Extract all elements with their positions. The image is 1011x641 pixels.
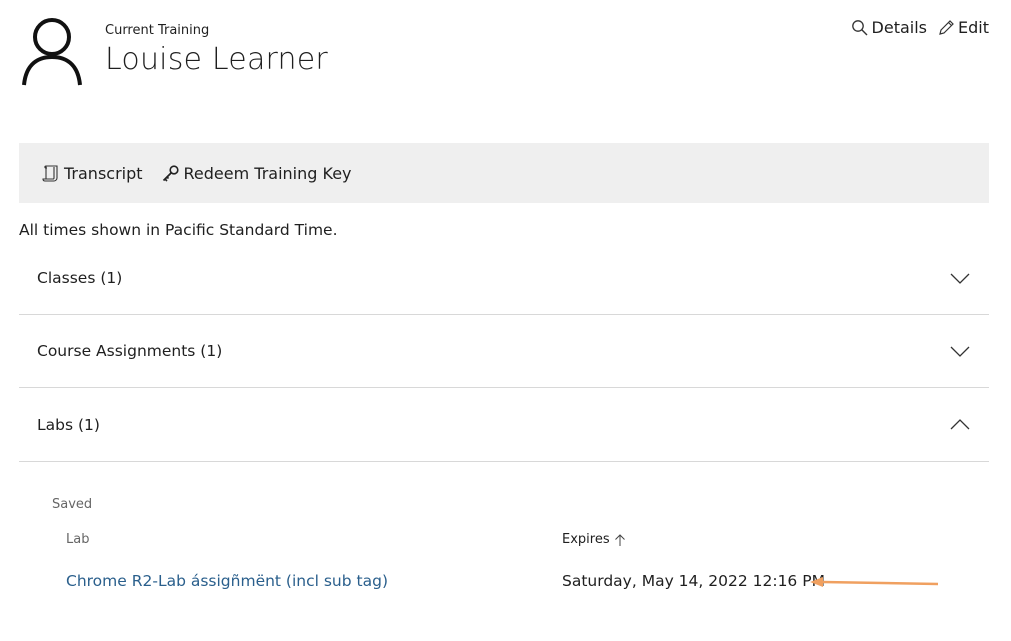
section-classes[interactable]: Classes (1)	[19, 241, 989, 315]
details-label: Details	[871, 18, 928, 37]
page-subtitle: Current Training	[105, 23, 210, 38]
section-label: Course Assignments (1)	[37, 341, 223, 360]
toolbar: Transcript Redeem Training Key	[19, 143, 989, 203]
page-title: Louise Learner	[105, 42, 328, 77]
redeem-label: Redeem Training Key	[183, 163, 352, 183]
transcript-label: Transcript	[64, 163, 143, 183]
saved-group-label: Saved	[52, 497, 93, 512]
avatar-icon	[22, 18, 82, 86]
chevron-up-icon	[950, 418, 970, 429]
chevron-down-icon	[950, 346, 970, 357]
transcript-button[interactable]: Transcript	[41, 164, 143, 183]
page: Current Training Louise Learner Details …	[0, 0, 1011, 641]
scroll-icon	[42, 164, 58, 182]
section-labs[interactable]: Labs (1)	[19, 388, 989, 462]
annotation-arrow	[810, 577, 939, 587]
lab-expires-value: Saturday, May 14, 2022 12:16 PM	[562, 572, 825, 590]
pencil-icon	[939, 19, 954, 35]
column-header-lab: Lab	[66, 532, 90, 547]
redeem-training-key-button[interactable]: Redeem Training Key	[161, 164, 352, 183]
header-actions: Details Edit	[851, 18, 989, 37]
timezone-note: All times shown in Pacific Standard Time…	[19, 221, 338, 239]
section-course-assignments[interactable]: Course Assignments (1)	[19, 314, 989, 388]
edit-label: Edit	[958, 18, 989, 37]
column-header-expires[interactable]: Expires	[562, 532, 626, 547]
search-icon	[851, 19, 868, 35]
sort-up-icon	[614, 533, 625, 546]
section-label: Classes (1)	[37, 268, 123, 287]
column-header-expires-label: Expires	[562, 532, 610, 547]
edit-button[interactable]: Edit	[937, 18, 989, 37]
details-button[interactable]: Details	[851, 18, 927, 37]
chevron-down-icon	[950, 273, 970, 284]
section-label: Labs (1)	[37, 415, 100, 434]
key-icon	[162, 164, 179, 182]
lab-link[interactable]: Chrome R2-Lab ássigñmënt (incl sub tag)	[66, 572, 388, 590]
